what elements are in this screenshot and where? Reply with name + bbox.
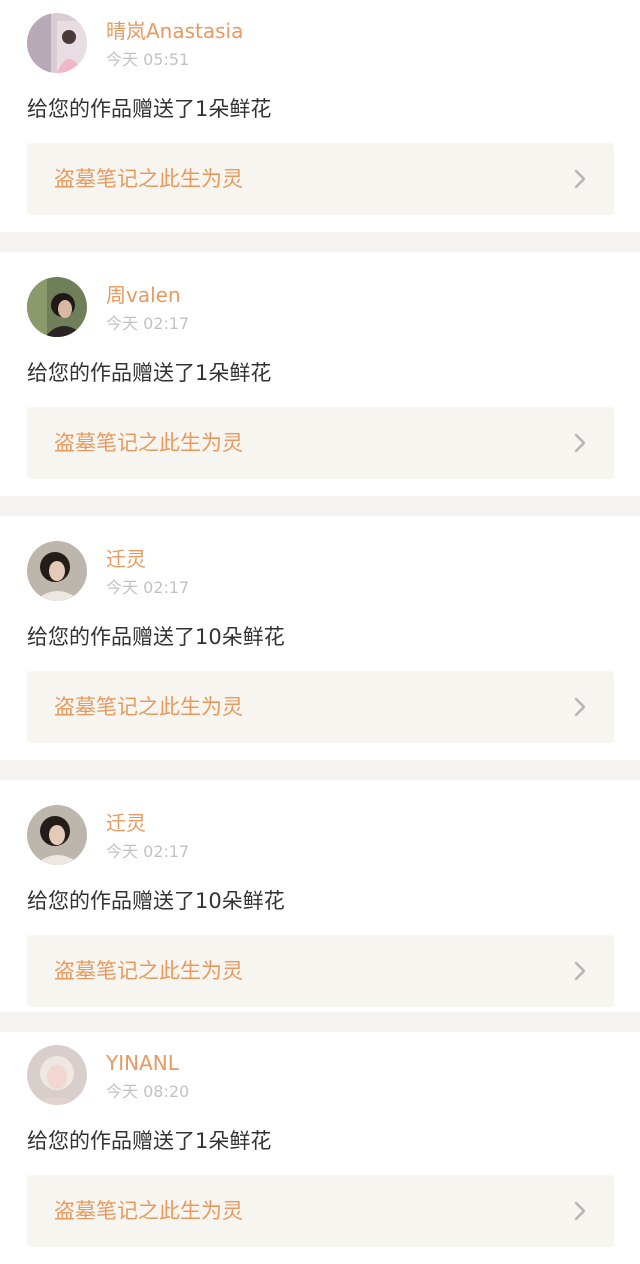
book-title: 盗墓笔记之此生为灵 <box>54 1199 243 1223</box>
gift-message: 给您的作品赠送了10朵鲜花 <box>27 889 285 913</box>
username[interactable]: 迁灵 <box>106 546 146 572</box>
user-avatar[interactable] <box>27 805 87 865</box>
timestamp: 今天 02:17 <box>106 314 190 333</box>
notification-card: 周valen 今天 02:17 给您的作品赠送了1朵鲜花 盗墓笔记之此生为灵 <box>0 264 640 496</box>
gift-message: 给您的作品赠送了1朵鲜花 <box>27 361 272 385</box>
card-divider <box>0 232 640 252</box>
gift-message: 给您的作品赠送了1朵鲜花 <box>27 97 272 121</box>
chevron-right-icon <box>574 697 586 717</box>
timestamp: 今天 05:51 <box>106 50 190 69</box>
avatar-photo-icon <box>27 277 87 337</box>
notification-card: 迁灵 今天 02:17 给您的作品赠送了10朵鲜花 盗墓笔记之此生为灵 <box>0 528 640 760</box>
timestamp: 今天 08:20 <box>106 1082 190 1101</box>
gift-message: 给您的作品赠送了10朵鲜花 <box>27 625 285 649</box>
book-title: 盗墓笔记之此生为灵 <box>54 431 243 455</box>
book-title: 盗墓笔记之此生为灵 <box>54 695 243 719</box>
avatar-photo-icon <box>27 541 87 601</box>
chevron-right-icon <box>574 433 586 453</box>
user-avatar[interactable] <box>27 541 87 601</box>
book-link[interactable]: 盗墓笔记之此生为灵 <box>27 1175 614 1247</box>
user-avatar[interactable] <box>27 1045 87 1105</box>
avatar-photo-icon <box>27 1045 87 1105</box>
notification-card: 迁灵 今天 02:17 给您的作品赠送了10朵鲜花 盗墓笔记之此生为灵 <box>0 792 640 1024</box>
username[interactable]: 周valen <box>106 282 181 308</box>
username[interactable]: 晴岚Anastasia <box>106 18 243 44</box>
book-link[interactable]: 盗墓笔记之此生为灵 <box>27 671 614 743</box>
notification-card: 晴岚Anastasia 今天 05:51 给您的作品赠送了1朵鲜花 盗墓笔记之此… <box>0 0 640 232</box>
gift-message: 给您的作品赠送了1朵鲜花 <box>27 1129 272 1153</box>
card-divider <box>0 496 640 516</box>
username[interactable]: 迁灵 <box>106 810 146 836</box>
timestamp: 今天 02:17 <box>106 578 190 597</box>
notification-card: YINANL 今天 08:20 给您的作品赠送了1朵鲜花 盗墓笔记之此生为灵 <box>0 1032 640 1264</box>
chevron-right-icon <box>574 961 586 981</box>
timestamp: 今天 02:17 <box>106 842 190 861</box>
user-avatar[interactable] <box>27 277 87 337</box>
book-link[interactable]: 盗墓笔记之此生为灵 <box>27 407 614 479</box>
chevron-right-icon <box>574 1201 586 1221</box>
chevron-right-icon <box>574 169 586 189</box>
book-link[interactable]: 盗墓笔记之此生为灵 <box>27 935 614 1007</box>
card-divider <box>0 760 640 780</box>
avatar-photo-icon <box>27 805 87 865</box>
book-link[interactable]: 盗墓笔记之此生为灵 <box>27 143 614 215</box>
card-divider <box>0 1012 640 1032</box>
avatar-photo-icon <box>27 13 87 73</box>
user-avatar[interactable] <box>27 13 87 73</box>
book-title: 盗墓笔记之此生为灵 <box>54 959 243 983</box>
book-title: 盗墓笔记之此生为灵 <box>54 167 243 191</box>
username[interactable]: YINANL <box>106 1050 179 1076</box>
